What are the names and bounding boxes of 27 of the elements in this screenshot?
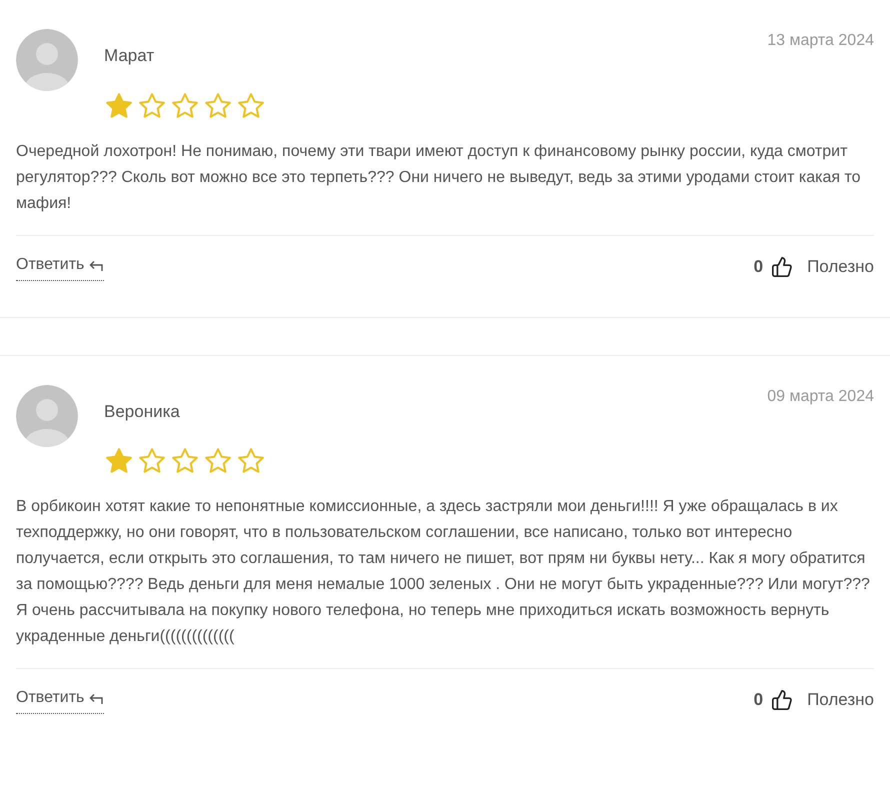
review-date: 09 марта 2024 xyxy=(767,386,874,406)
author-name: Вероника xyxy=(104,400,180,422)
review-date: 13 марта 2024 xyxy=(767,31,874,51)
empty-star-icon xyxy=(137,90,167,120)
empty-star-icon xyxy=(203,446,233,476)
empty-star-icon xyxy=(170,446,200,476)
review-text: В орбикоин хотят какие то непонятные комиссионные, а здесь застряли мои деньги!!!! Я уже обращалась в их техподдержку, но они говорят, что в пользовательском соглашении, все написано, только вот интересно получается, если открыть это соглашения, то там ничего не пишет, вот прям ни буквы нету... Как я могу обратится за помощью???? Ведь деньги для меня немалые 1000 зеленых . Они не могут быть украденные??? Или могут??? Я очень рассчитывала на покупку нового телефона, но теперь мне приходиться искать возможность вернуть украденные деньги(((((((((((((( xyxy=(16,497,871,647)
review-text: Очередной лохотрон! Не понимаю, почему эти твари имеют доступ к финансовому рынку россии, куда смотрит регулятор??? Сколь вот можно все это терпеть??? Они ничего не выведут, ведь за этими уродами стоит какая то мафия! xyxy=(16,142,862,214)
filled-star-icon xyxy=(104,446,134,476)
empty-star-icon xyxy=(170,90,200,120)
reply-link[interactable]: Ответить xyxy=(16,252,104,280)
thumbs-up-icon[interactable] xyxy=(771,689,794,711)
filled-star-icon xyxy=(104,90,134,120)
empty-star-icon xyxy=(137,446,167,476)
thumbs-up-icon[interactable] xyxy=(771,256,794,278)
like-count: 0 xyxy=(754,689,764,712)
empty-star-icon xyxy=(236,446,266,476)
return-arrow-icon xyxy=(88,691,104,705)
empty-star-icon xyxy=(236,90,266,120)
helpful-label: Полезно xyxy=(807,689,874,712)
helpful-label: Полезно xyxy=(807,256,874,278)
author-name: Марат xyxy=(104,45,154,67)
empty-star-icon xyxy=(203,90,233,120)
avatar-icon xyxy=(16,384,78,446)
reply-link[interactable]: Ответить xyxy=(16,686,104,714)
avatar-icon xyxy=(16,29,78,91)
like-count: 0 xyxy=(754,256,764,278)
